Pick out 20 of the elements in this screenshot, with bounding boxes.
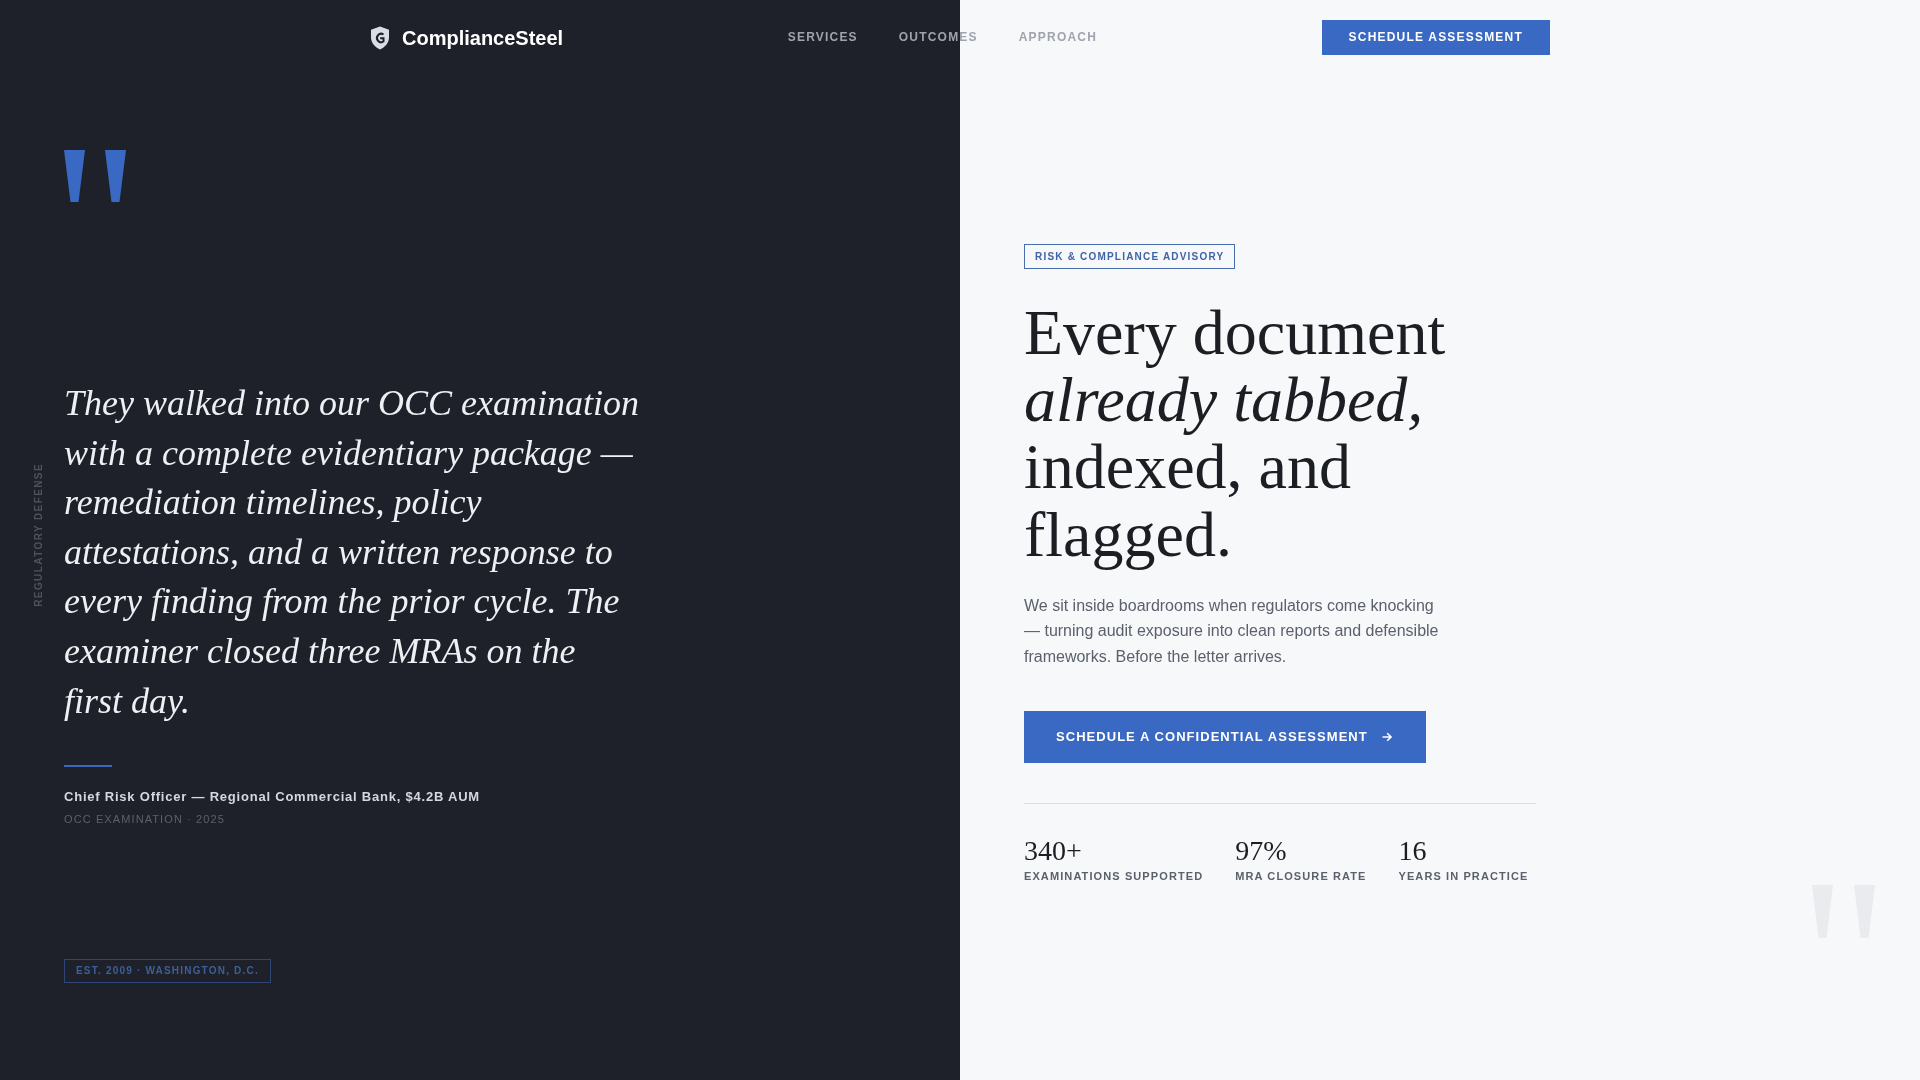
hero-headline: Every document already tabbed, indexed, and flagged.	[1024, 299, 1447, 568]
testimonial-context: OCC EXAMINATION · 2025	[64, 811, 225, 827]
established-tag: EST. 2009 · WASHINGTON, D.C.	[64, 959, 271, 983]
testimonial-quote: They walked into our OCC examination with a complete evidentiary package — remediation timelines, policy attestations, and a written response to every finding from the prior cycle. The examiner closed three MRAs on the first day.	[64, 382, 640, 723]
schedule-assessment-button[interactable]: SCHEDULE ASSESSMENT	[1321, 20, 1550, 55]
category-tag: RISK & COMPLIANCE ADVISORY	[1024, 244, 1236, 269]
stat-label: YEARS IN PRACTICE	[1398, 869, 1529, 885]
stat-label: MRA CLOSURE RATE	[1235, 869, 1367, 885]
nav-link[interactable]: SERVICES	[787, 29, 858, 46]
arrow-right-icon	[1381, 731, 1392, 742]
brand-name: ComplianceSteel	[402, 25, 564, 50]
stat-label: EXAMINATIONS SUPPORTED	[1024, 869, 1204, 885]
testimonial-attribution: Chief Risk Officer — Regional Commercial Bank, $4.2B AUM	[64, 788, 480, 807]
shield-logo-icon	[370, 25, 390, 50]
stat-value: 340+	[1024, 833, 1083, 868]
stat-value: 16	[1398, 833, 1428, 868]
stat-value: 97%	[1235, 833, 1288, 868]
quote-mark-icon	[64, 150, 126, 202]
hero-description: We sit inside boardrooms when regulators come knocking — turning audit exposure into clean reports and defensible frameworks. Before the letter arrives.	[1024, 595, 1440, 667]
schedule-confidential-assessment-button[interactable]: SCHEDULE A CONFIDENTIAL ASSESSMENT	[1024, 710, 1426, 763]
